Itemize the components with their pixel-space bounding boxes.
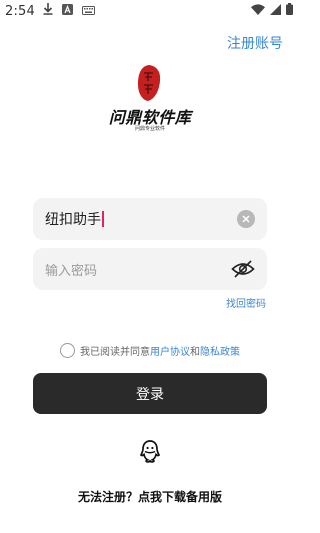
username-value: 纽扣助手: [45, 212, 101, 228]
agreement-checkbox[interactable]: [60, 343, 75, 358]
battery-icon: [286, 3, 293, 19]
agreement-row: 我已阅读并同意 用户协议 和 隐私政策: [60, 343, 240, 358]
clear-input-button[interactable]: [237, 210, 255, 228]
username-field[interactable]: 纽扣助手: [33, 198, 267, 240]
signal-icon: [270, 3, 281, 19]
seal-icon: [138, 65, 161, 101]
register-account-link[interactable]: 注册账号: [227, 33, 283, 53]
a-icon: [62, 3, 73, 19]
status-notification-icons: [43, 3, 95, 19]
qq-icon[interactable]: [140, 439, 160, 463]
privacy-policy-link[interactable]: 隐私政策: [200, 343, 240, 358]
status-right: [251, 3, 293, 19]
download-backup-link[interactable]: 无法注册？点我下载备用版: [0, 488, 300, 505]
text-caret: [102, 211, 104, 227]
download-icon: [43, 3, 53, 19]
toggle-password-visibility-button[interactable]: [231, 259, 255, 279]
logo-subtitle: 问鼎专业软件: [134, 126, 165, 132]
forgot-password-link[interactable]: 找回密码: [226, 295, 266, 310]
agreement-and: 和: [190, 347, 200, 358]
status-bar: 2:54: [0, 0, 300, 22]
password-placeholder: 输入密码: [45, 263, 98, 279]
app-logo: 问鼎软件库 问鼎专业软件: [100, 60, 200, 136]
login-button[interactable]: 登录: [33, 373, 267, 414]
close-icon: [242, 215, 250, 223]
status-time: 2:54: [5, 3, 35, 19]
user-agreement-link[interactable]: 用户协议: [150, 343, 190, 358]
wifi-icon: [251, 3, 265, 19]
username-input[interactable]: 纽扣助手: [45, 209, 237, 229]
eye-off-icon: [231, 260, 255, 278]
password-field[interactable]: 输入密码: [33, 248, 267, 290]
agreement-prefix: 我已阅读并同意: [80, 347, 150, 358]
password-input[interactable]: 输入密码: [45, 260, 231, 279]
keyboard-icon: [82, 4, 95, 19]
status-left: 2:54: [5, 3, 95, 19]
